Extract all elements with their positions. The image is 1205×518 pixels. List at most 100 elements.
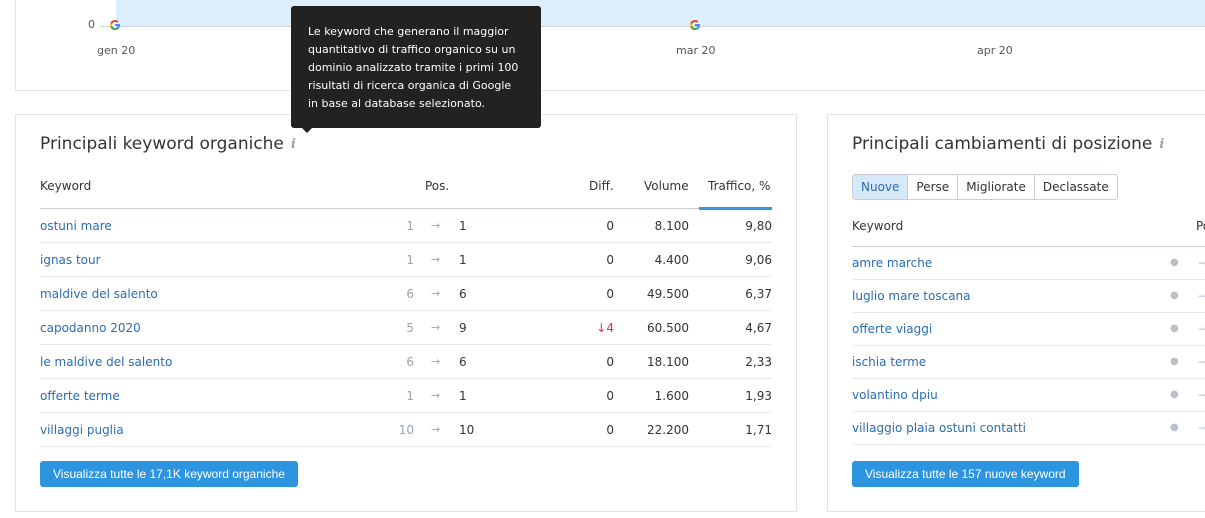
table-row: ischia terme ● → [852,346,1205,379]
table-row: villaggio plaia ostuni contatti ● → [852,412,1205,445]
column-header-pos[interactable]: Po [1196,219,1205,233]
arrow-right-icon: → [1198,355,1205,369]
tooltip-arrow [301,127,313,133]
chart-area [116,0,1205,27]
info-icon[interactable]: i [291,137,296,152]
arrow-right-icon: → [1198,388,1205,402]
difficulty-change: 0 [606,389,614,403]
tab-migliorate[interactable]: Migliorate [958,175,1035,199]
search-volume: 49.500 [647,287,689,301]
keyword-link[interactable]: ostuni mare [40,219,112,233]
x-axis-label: gen 20 [97,44,136,57]
column-header-diff[interactable]: Diff. [589,179,614,193]
x-axis-label: mar 20 [676,44,716,57]
traffic-percent: 1,71 [745,423,772,437]
difficulty-change: 0 [606,355,614,369]
previous-position-empty: ● [1170,323,1179,334]
difficulty-change: 0 [606,287,614,301]
table-row: offerte terme 1 → 1 0 1.600 1,93 [40,379,772,413]
card-title: Principali cambiamenti di posizione i [852,134,1164,154]
arrow-right-icon: → [1198,421,1205,435]
tab-nuove[interactable]: Nuove [853,175,909,199]
keyword-link[interactable]: luglio mare toscana [852,289,971,303]
view-all-organic-keywords-button[interactable]: Visualizza tutte le 17,1K keyword organi… [40,461,298,487]
change-type-tabs: Nuove Perse Migliorate Declassate [852,174,1118,200]
previous-position: 1 [406,219,414,233]
table-row: volantino dpiu ● → [852,379,1205,412]
column-header-keyword[interactable]: Keyword [40,179,91,193]
arrow-right-icon: → [431,253,441,266]
arrow-right-icon: → [431,423,441,436]
traffic-percent: 2,33 [745,355,772,369]
table-row: le maldive del salento 6 → 6 0 18.100 2,… [40,345,772,379]
arrow-right-icon: → [431,321,441,334]
table-row: offerte viaggi ● → [852,313,1205,346]
y-axis-zero-label: 0 [88,18,95,31]
table-header: Keyword Pos. Diff. Volume Traffico, % [40,179,772,210]
difficulty-change: ↓4 [596,321,614,335]
keyword-link[interactable]: ignas tour [40,253,101,267]
card-title-text: Principali cambiamenti di posizione [852,134,1153,154]
google-update-icon[interactable] [689,19,701,31]
difficulty-change: 0 [606,219,614,233]
search-volume: 1.600 [654,389,689,403]
view-all-new-keywords-button[interactable]: Visualizza tutte le 157 nuove keyword [852,461,1079,487]
current-position: 6 [459,355,467,369]
column-header-traffic[interactable]: Traffico, % [708,179,770,193]
table-row: ostuni mare 1 → 1 0 8.100 9,80 [40,209,772,243]
traffic-percent: 4,67 [745,321,772,335]
table-row: maldive del salento 6 → 6 0 49.500 6,37 [40,277,772,311]
current-position: 1 [459,389,467,403]
info-icon[interactable]: i [1159,137,1164,152]
current-position: 9 [459,321,467,335]
keyword-link[interactable]: offerte viaggi [852,322,932,336]
previous-position-empty: ● [1170,290,1179,301]
keyword-link[interactable]: villaggio plaia ostuni contatti [852,421,1026,435]
previous-position: 6 [406,287,414,301]
google-update-icon[interactable] [109,19,121,31]
previous-position: 6 [406,355,414,369]
arrow-right-icon: → [431,389,441,402]
keyword-link[interactable]: villaggi puglia [40,423,124,437]
current-position: 10 [459,423,475,437]
column-header-volume[interactable]: Volume [644,179,689,193]
arrow-right-icon: → [1198,256,1205,270]
tab-declassate[interactable]: Declassate [1035,175,1117,199]
difficulty-change: 0 [606,253,614,267]
table-row: luglio mare toscana ● → [852,280,1205,313]
previous-position-empty: ● [1170,257,1179,268]
search-volume: 8.100 [654,219,689,233]
traffic-percent: 6,37 [745,287,772,301]
tab-perse[interactable]: Perse [908,175,959,199]
info-tooltip: Le keyword che generano il maggior quant… [291,6,541,128]
previous-position-empty: ● [1170,422,1179,433]
keyword-link[interactable]: amre marche [852,256,932,270]
column-header-keyword[interactable]: Keyword [852,219,903,233]
arrow-right-icon: → [1198,322,1205,336]
top-organic-keywords-card: Principali keyword organiche i Keyword Po… [15,114,797,512]
column-header-pos[interactable]: Pos. [425,179,449,193]
traffic-percent: 9,06 [745,253,772,267]
previous-position: 1 [406,389,414,403]
traffic-percent: 1,93 [745,389,772,403]
card-title-text: Principali keyword organiche [40,134,284,154]
keyword-link[interactable]: capodanno 2020 [40,321,141,335]
top-position-changes-card: Principali cambiamenti di posizione i Nuo… [827,114,1205,512]
keyword-link[interactable]: offerte terme [40,389,120,403]
previous-position-empty: ● [1170,356,1179,367]
arrow-right-icon: → [1198,289,1205,303]
previous-position-empty: ● [1170,389,1179,400]
keyword-link[interactable]: maldive del salento [40,287,158,301]
current-position: 1 [459,253,467,267]
search-volume: 60.500 [647,321,689,335]
current-position: 1 [459,219,467,233]
card-title: Principali keyword organiche i [40,134,296,154]
table-header: Keyword Po [852,219,1205,247]
table-row: capodanno 2020 5 → 9 ↓4 60.500 4,67 [40,311,772,345]
table-row: ignas tour 1 → 1 0 4.400 9,06 [40,243,772,277]
search-volume: 4.400 [654,253,689,267]
keyword-link[interactable]: ischia terme [852,355,926,369]
traffic-chart-card: 0 gen 20 mar 20 apr 20 [15,0,1205,91]
keyword-link[interactable]: le maldive del salento [40,355,172,369]
keyword-link[interactable]: volantino dpiu [852,388,938,402]
